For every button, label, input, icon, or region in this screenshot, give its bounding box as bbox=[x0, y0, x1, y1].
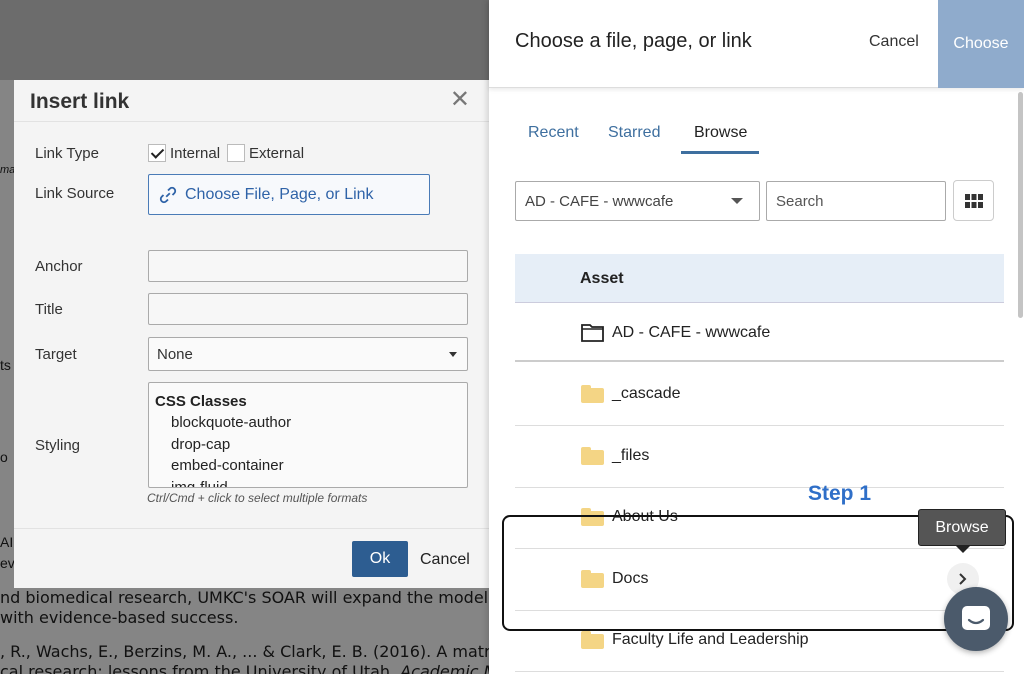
active-tab-indicator bbox=[681, 151, 759, 154]
external-label: External bbox=[249, 144, 305, 162]
chooser-choose-button[interactable]: Choose bbox=[938, 0, 1024, 88]
styling-listbox[interactable]: CSS Classes blockquote-author drop-cap e… bbox=[148, 382, 468, 488]
folder-name: _files bbox=[612, 447, 650, 464]
folder-name: Faculty Life and Leadership bbox=[612, 631, 809, 648]
dialog-title: Insert link bbox=[30, 90, 130, 113]
folder-outline-icon bbox=[581, 324, 604, 342]
styling-group-label: CSS Classes bbox=[155, 393, 247, 410]
styling-label: Styling bbox=[35, 437, 81, 454]
caret-down-icon bbox=[449, 352, 457, 357]
tab-starred[interactable]: Starred bbox=[608, 124, 660, 142]
close-icon[interactable]: ✕ bbox=[450, 88, 470, 112]
title-label: Title bbox=[35, 301, 63, 318]
styling-option[interactable]: embed-container bbox=[155, 455, 461, 477]
step-label: Step 1 bbox=[808, 482, 872, 505]
link-type-label: Link Type bbox=[35, 145, 99, 162]
folder-icon bbox=[581, 631, 604, 649]
chat-launcher-button[interactable] bbox=[944, 587, 1008, 651]
search-input[interactable] bbox=[766, 181, 946, 221]
external-checkbox[interactable] bbox=[227, 144, 245, 162]
chat-icon bbox=[962, 606, 990, 630]
asset-column-header: Asset bbox=[580, 270, 624, 287]
folder-row[interactable]: _cascade bbox=[515, 364, 1004, 426]
site-select-value: AD - CAFE - wwwcafe bbox=[525, 193, 674, 210]
dialog-footer: Ok Cancel bbox=[14, 528, 490, 588]
asset-table-header: Asset bbox=[515, 254, 1004, 303]
target-select[interactable]: None bbox=[148, 337, 468, 371]
chooser-cancel-button[interactable]: Cancel bbox=[869, 33, 919, 51]
styling-option[interactable]: img-fluid bbox=[155, 477, 461, 487]
title-input[interactable] bbox=[148, 293, 468, 325]
folder-icon bbox=[581, 385, 604, 403]
internal-label: Internal bbox=[170, 144, 221, 162]
root-folder-name: AD - CAFE - wwwcafe bbox=[612, 324, 771, 341]
folder-row[interactable]: _files bbox=[515, 426, 1004, 488]
anchor-input[interactable] bbox=[148, 250, 468, 282]
ok-button[interactable]: Ok bbox=[352, 541, 408, 577]
site-select[interactable]: AD - CAFE - wwwcafe bbox=[515, 181, 760, 221]
dialog-header: Insert link ✕ bbox=[14, 80, 490, 122]
insert-link-dialog: Insert link ✕ Link Type Internal Externa… bbox=[14, 80, 490, 588]
folder-icon bbox=[581, 447, 604, 465]
choose-link-source-button[interactable]: Choose File, Page, or Link bbox=[148, 174, 430, 215]
styling-option[interactable]: blockquote-author bbox=[155, 412, 461, 434]
chooser-header: Choose a file, page, or link Cancel Choo… bbox=[489, 0, 1024, 88]
internal-option[interactable]: Internal bbox=[148, 144, 220, 162]
styling-hint: Ctrl/Cmd + click to select multiple form… bbox=[147, 491, 368, 505]
tab-recent[interactable]: Recent bbox=[528, 124, 579, 142]
link-icon bbox=[159, 186, 177, 203]
external-option[interactable]: External bbox=[227, 144, 304, 162]
grid-view-button[interactable] bbox=[953, 180, 994, 221]
chooser-title: Choose a file, page, or link bbox=[515, 30, 752, 52]
link-source-button-label: Choose File, Page, or Link bbox=[185, 185, 374, 203]
browse-tooltip: Browse bbox=[918, 509, 1006, 553]
anchor-label: Anchor bbox=[35, 258, 83, 275]
folder-name: _cascade bbox=[612, 385, 681, 402]
panel-scrollbar[interactable] bbox=[1018, 92, 1023, 318]
target-value: None bbox=[157, 346, 193, 363]
link-source-label: Link Source bbox=[35, 185, 115, 202]
grid-icon bbox=[964, 193, 983, 208]
internal-checkbox[interactable] bbox=[148, 144, 166, 162]
root-folder-row[interactable]: AD - CAFE - wwwcafe bbox=[515, 303, 1004, 362]
caret-down-icon bbox=[731, 198, 743, 204]
tab-browse[interactable]: Browse bbox=[694, 124, 747, 142]
styling-option[interactable]: drop-cap bbox=[155, 434, 461, 456]
cancel-button[interactable]: Cancel bbox=[420, 551, 470, 569]
target-label: Target bbox=[35, 346, 77, 363]
